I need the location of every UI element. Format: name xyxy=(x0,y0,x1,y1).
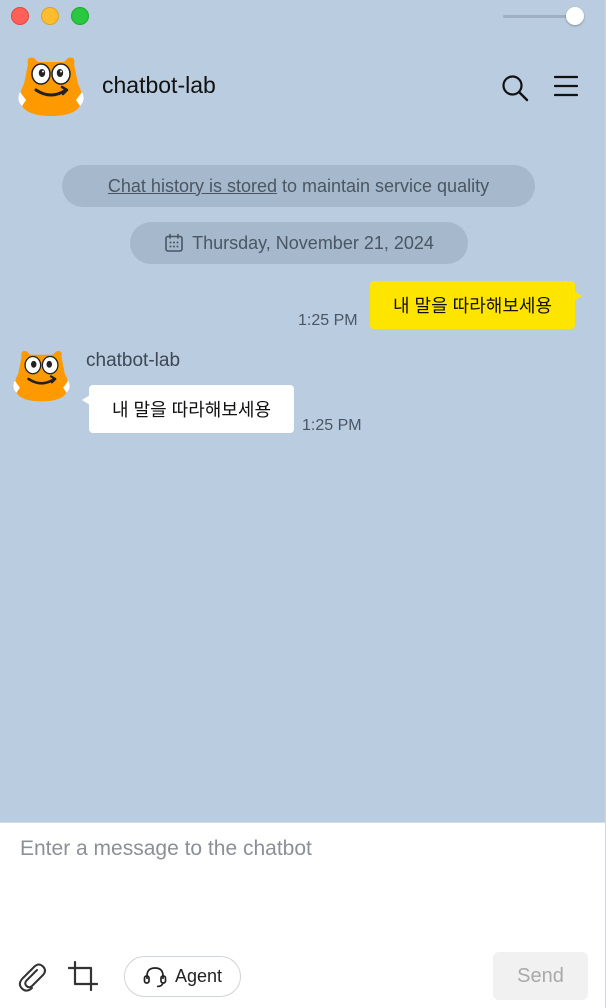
user-message-bubble[interactable]: 내 말을 따라해보세용 xyxy=(370,281,582,329)
chat-title: chatbot-lab xyxy=(102,72,216,98)
opacity-slider-knob[interactable] xyxy=(566,7,584,25)
bot-sender-name: chatbot-lab xyxy=(86,350,181,371)
calendar-icon xyxy=(165,233,183,252)
minimize-window-button[interactable] xyxy=(41,7,59,25)
chatbot-avatar-icon[interactable] xyxy=(18,54,84,118)
date-text: Thursday, November 21, 2024 xyxy=(192,232,434,253)
agent-button-label: Agent xyxy=(174,966,223,986)
bot-message-bubble[interactable]: 내 말을 따라해보세용 xyxy=(82,385,294,433)
crop-icon[interactable] xyxy=(68,961,98,991)
headset-icon xyxy=(143,966,167,987)
message-time: 1:25 PM xyxy=(298,312,358,329)
send-button[interactable]: Send xyxy=(493,952,588,1000)
close-window-button[interactable] xyxy=(11,7,29,25)
chat-window: chatbot-lab Chat history is stored to ma… xyxy=(0,0,606,1008)
history-notice-text: to maintain service quality xyxy=(276,175,490,196)
opacity-slider-track[interactable] xyxy=(503,15,575,18)
date-divider: Thursday, November 21, 2024 xyxy=(130,222,468,264)
agent-button[interactable]: Agent xyxy=(124,956,241,997)
maximize-window-button[interactable] xyxy=(71,7,89,25)
message-time: 1:25 PM xyxy=(302,417,362,434)
hamburger-menu-icon[interactable] xyxy=(554,75,578,97)
history-policy-link[interactable]: Chat history is stored xyxy=(108,176,277,197)
message-input[interactable] xyxy=(20,837,580,937)
paperclip-icon[interactable] xyxy=(16,961,48,993)
bot-avatar-icon[interactable] xyxy=(13,347,70,404)
window-controls xyxy=(11,7,89,25)
message-composer: Agent Send xyxy=(0,822,605,1008)
search-icon[interactable] xyxy=(501,74,529,102)
history-notice: Chat history is stored to maintain servi… xyxy=(62,165,535,207)
